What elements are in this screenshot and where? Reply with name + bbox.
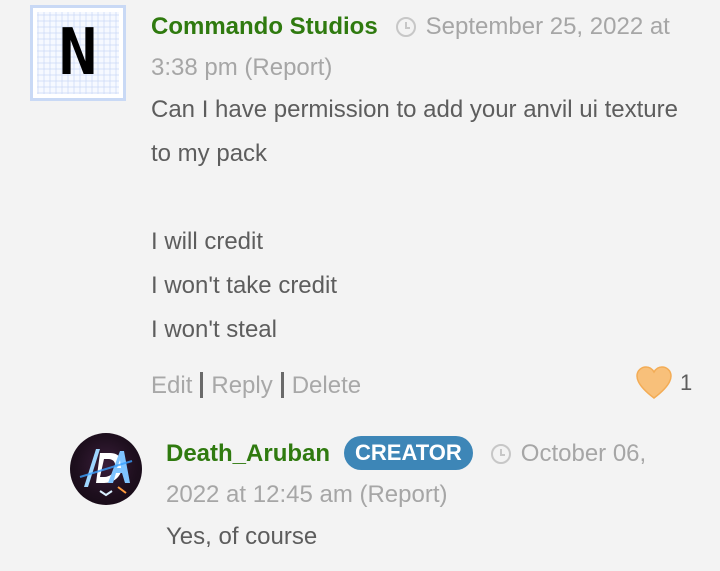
comment-line: Can I have permission to add your anvil … [151,96,678,167]
comment-blank-line [151,176,696,220]
comment-body: Can I have permission to add your anvil … [151,88,696,352]
heart-icon[interactable] [636,366,672,400]
action-divider [280,372,284,398]
reply-author-avatar[interactable] [70,433,142,505]
action-divider [200,372,204,398]
comment-line: I won't take credit [151,272,337,299]
delete-link[interactable]: Delete [292,372,361,399]
reply: Death_Aruban CREATOR October 06, 2022 at 1… [166,433,696,559]
reply-body: Yes, of course [166,523,318,550]
clock-icon [490,444,511,464]
like-control: 1 [636,366,692,400]
like-count: 1 [680,370,693,395]
report-link[interactable]: (Report) [244,54,332,81]
comment-line: I will credit [151,228,264,255]
avatar-logo-icon [79,449,133,497]
reply-author-link[interactable]: Death_Aruban [166,440,330,467]
comment: Commando Studios September 25, 2022 at 3:… [151,6,696,352]
comment-actions: Edit Reply Delete [151,366,361,406]
creator-badge: CREATOR [344,436,473,470]
avatar-letter: N [58,16,98,90]
edit-link[interactable]: Edit [151,372,192,399]
comments-section: N Commando Studios September 25, 2022 at … [0,0,720,571]
clock-icon [395,17,416,37]
report-link[interactable]: (Report) [359,481,447,508]
commenter-avatar[interactable]: N [30,5,126,101]
reply-link[interactable]: Reply [211,372,272,399]
avatar-image: N [37,12,119,94]
comment-line: I won't steal [151,316,277,343]
comment-meta: Commando Studios September 25, 2022 at 3:… [151,6,696,88]
reply-meta: Death_Aruban CREATOR October 06, 2022 at 1… [166,433,696,515]
comment-author-link[interactable]: Commando Studios [151,13,378,40]
